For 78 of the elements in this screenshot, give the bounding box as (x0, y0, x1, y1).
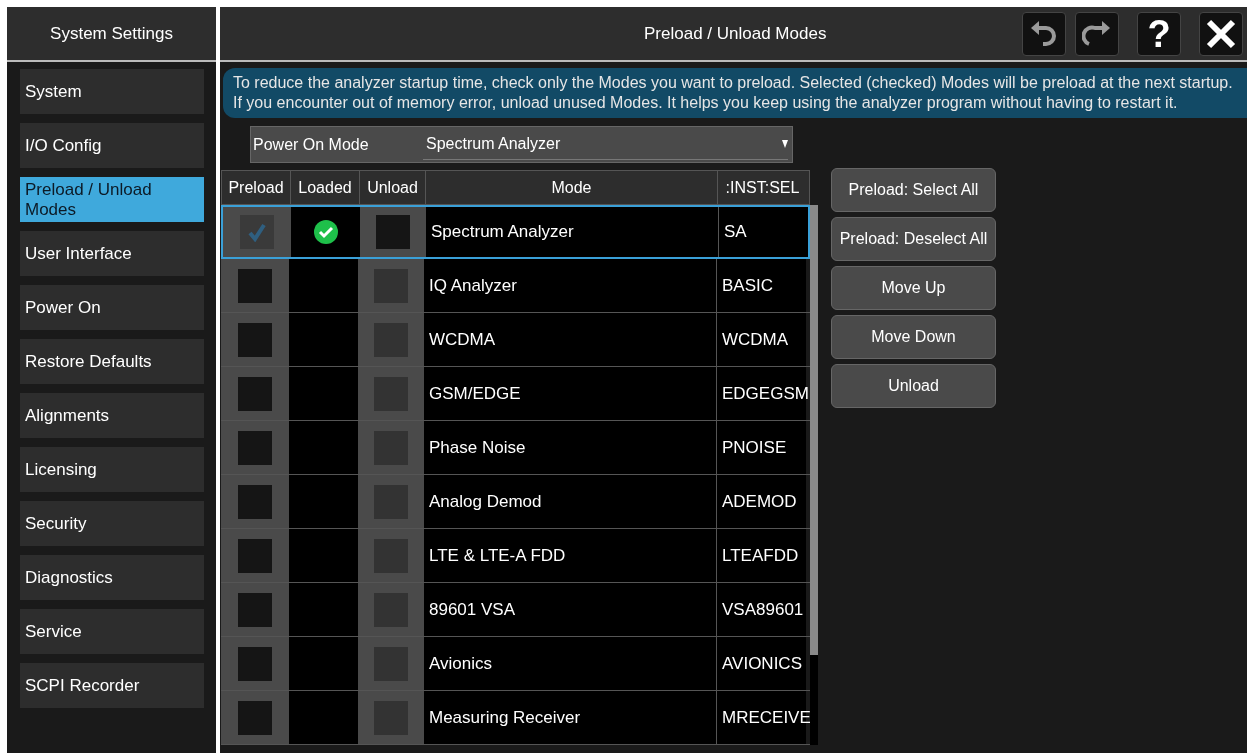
power-on-label: Power On Mode (253, 134, 370, 155)
sidebar-item[interactable]: Diagnostics (20, 555, 204, 600)
info-text: If you encounter out of memory error, unload unused Modes. It helps you keep using the analyzer program without having to restart it. (233, 93, 1179, 113)
table-cell: SA (718, 207, 808, 257)
column-header: Unload (359, 171, 425, 204)
redo-button[interactable] (1075, 11, 1119, 56)
power-on-mode-dropdown[interactable]: Spectrum Analyzer (423, 129, 788, 160)
sidebar-item[interactable]: User Interface (20, 231, 204, 276)
table-cell: BASIC (716, 259, 806, 312)
table-cell: 89601 VSA (424, 583, 716, 636)
preload-checkbox[interactable] (240, 215, 274, 249)
preload-checkbox[interactable] (238, 376, 272, 411)
table-cell: WCDMA (716, 313, 806, 366)
table-cell: GSM/EDGE (424, 367, 716, 420)
table-cell: Analog Demod (424, 475, 716, 528)
undo-icon (1029, 18, 1059, 49)
table-cell: IQ Analyzer (424, 259, 716, 312)
loaded-check-icon (312, 219, 339, 245)
column-header: :INST:SEL (717, 171, 807, 204)
preload-checkbox[interactable] (238, 268, 272, 303)
preload-checkbox[interactable] (238, 430, 272, 465)
preload-checkbox[interactable] (238, 538, 272, 573)
preload-checkbox[interactable] (238, 700, 272, 735)
sidebar-item[interactable]: System (20, 69, 204, 114)
sidebar-item[interactable]: Preload / Unload Modes (20, 177, 204, 222)
sidebar-item[interactable]: Alignments (20, 393, 204, 438)
action-button[interactable]: Preload: Deselect All (831, 217, 996, 261)
sidebar-item[interactable]: Licensing (20, 447, 204, 492)
table-row[interactable]: IQ Analyzer BASIC (221, 259, 810, 313)
sidebar-item[interactable]: Restore Defaults (20, 339, 204, 384)
preload-checkbox[interactable] (238, 646, 272, 681)
sidebar-item[interactable]: Security (20, 501, 204, 546)
table-row[interactable]: 89601 VSA VSA89601 (221, 583, 810, 637)
table-cell: AVIONICS (716, 637, 806, 690)
table-cell: VSA89601 (716, 583, 806, 636)
table-cell: ADEMOD (716, 475, 806, 528)
scrollbar-thumb[interactable] (810, 205, 818, 655)
table-cell: LTEAFDD (716, 529, 806, 582)
action-button[interactable]: Preload: Select All (831, 168, 996, 212)
info-text: To reduce the analyzer startup time, check only the Modes you want to preload. Selected (checked) Modes will be preload at the next startup. (233, 73, 1234, 93)
table-cell: Measuring Receiver (424, 691, 716, 744)
check-icon (247, 222, 267, 242)
table-cell: EDGEGSM (716, 367, 806, 420)
action-button[interactable]: Move Down (831, 315, 996, 359)
table-cell: WCDMA (424, 313, 716, 366)
action-button[interactable]: Move Up (831, 266, 996, 310)
table-row[interactable]: Phase Noise PNOISE (221, 421, 810, 475)
action-button[interactable]: Unload (831, 364, 996, 408)
sidebar-item[interactable]: Service (20, 609, 204, 654)
table-row[interactable]: WCDMA WCDMA (221, 313, 810, 367)
table-row[interactable]: Analog Demod ADEMOD (221, 475, 810, 529)
column-header: Preload (227, 177, 285, 198)
dropdown-caret-icon (782, 140, 788, 148)
table-cell: PNOISE (716, 421, 806, 474)
table-row[interactable]: Avionics AVIONICS (221, 637, 810, 691)
undo-button[interactable] (1022, 11, 1066, 56)
page-title: Preload / Unload Modes (644, 22, 828, 45)
table-cell: Phase Noise (424, 421, 716, 474)
table-row[interactable]: Measuring Receiver MRECEIVE (221, 691, 810, 745)
sidebar-item[interactable]: SCPI Recorder (20, 663, 204, 708)
table-cell: LTE & LTE-A FDD (424, 529, 716, 582)
sidebar-item[interactable]: I/O Config (20, 123, 204, 168)
column-header: Mode (425, 171, 717, 204)
sidebar-item[interactable]: Power On (20, 285, 204, 330)
column-header: Loaded (290, 171, 359, 204)
table-row[interactable]: GSM/EDGE EDGEGSM (221, 367, 810, 421)
table-cell: Avionics (424, 637, 716, 690)
preload-checkbox[interactable] (238, 322, 272, 357)
sidebar-title: System Settings (50, 22, 173, 45)
preload-checkbox[interactable] (238, 484, 272, 519)
help-button[interactable]: ? (1137, 11, 1181, 56)
table-cell: Spectrum Analyzer (426, 207, 718, 257)
unload-checkbox[interactable] (376, 215, 410, 249)
preload-checkbox[interactable] (238, 592, 272, 627)
close-icon (1205, 17, 1237, 50)
table-row[interactable]: Spectrum Analyzer SA (221, 205, 810, 259)
table-row[interactable]: LTE & LTE-A FDD LTEAFDD (221, 529, 810, 583)
close-button[interactable] (1199, 11, 1243, 56)
